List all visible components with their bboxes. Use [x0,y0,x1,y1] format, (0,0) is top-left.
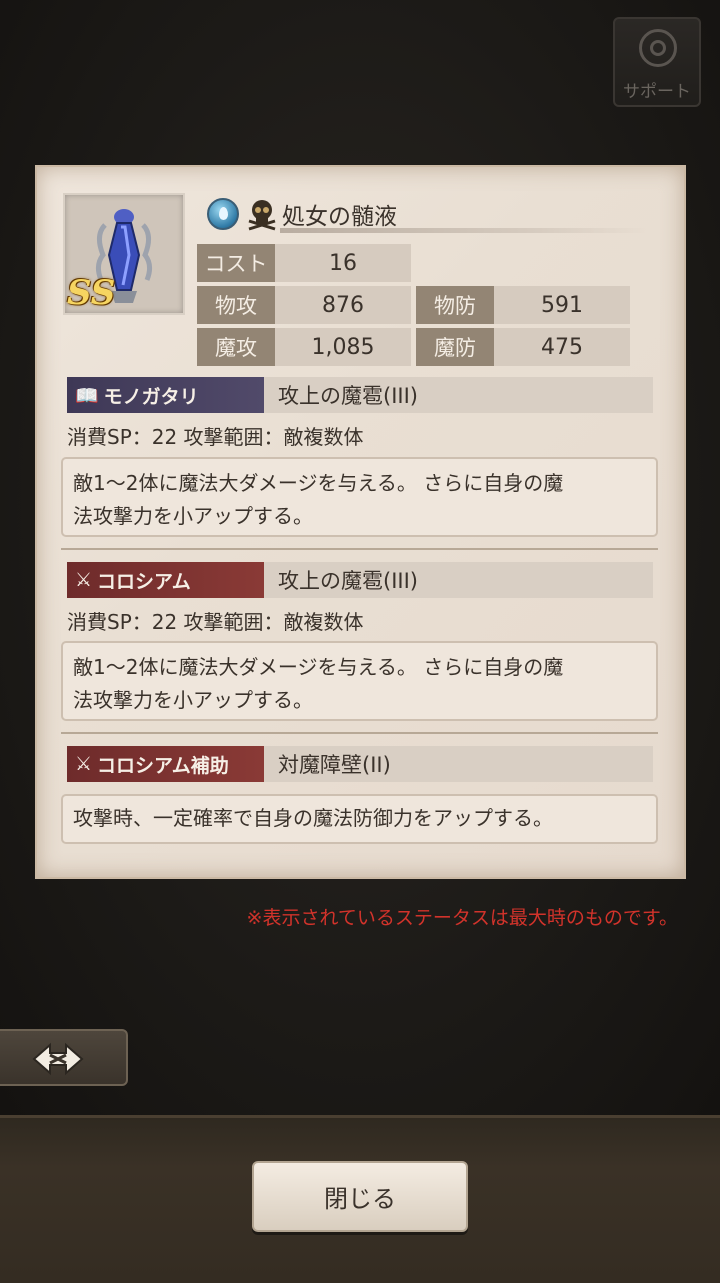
story-desc-line1: 敵1～2体に魔法大ダメージを与える。 さらに自身の魔 [73,471,564,495]
story-tag: 📖 モノガタリ [67,377,264,413]
support-label: サポート [623,82,691,102]
colo-desc-line2: 法攻撃力を小アップする。 [73,688,313,712]
divider [61,548,658,550]
book-icon: 📖 [75,384,99,407]
stat-mdef-label: 魔防 [416,328,494,366]
stat-matk-label: 魔攻 [197,328,275,366]
rank-badge: SS [67,273,116,313]
colo-support-tag-label: コロシアム補助 [97,754,229,777]
colo-skill-name: 攻上の魔雹(III) [264,562,653,598]
item-name: 処女の髄液 [282,204,397,230]
item-thumbnail: SS [63,193,185,315]
colo-tag-label: コロシアム [97,570,191,593]
colo-desc-line1: 敵1～2体に魔法大ダメージを与える。 さらに自身の魔 [73,655,564,679]
colo-support-desc: 攻撃時、一定確率で自身の魔法防御力をアップする。 [73,806,553,830]
stat-physical-attack: 物攻 876 [197,286,411,324]
stat-magic-attack: 魔攻 1,085 [197,328,411,366]
stat-physical-defense: 物防 591 [416,286,630,324]
story-desc-line2: 法攻撃力を小アップする。 [73,504,313,528]
colo-support-name: 対魔障壁(II) [264,746,653,782]
stat-cost: コスト 16 [197,244,411,282]
colo-support-header: ⚔ コロシアム補助 対魔障壁(II) [67,746,653,782]
colo-skill-description: 敵1～2体に魔法大ダメージを与える。 さらに自身の魔 法攻撃力を小アップする。 [61,641,658,721]
stat-pdef-value: 591 [494,286,630,324]
headset-icon [639,29,677,67]
stat-patk-label: 物攻 [197,286,275,324]
skull-icon [248,200,276,231]
stat-magic-defense: 魔防 475 [416,328,630,366]
story-skill-sp: 消費SP：22 攻撃範囲：敵複数体 [67,425,364,449]
stat-cost-value: 16 [275,244,411,282]
swap-arrows-icon [32,1042,84,1076]
stat-mdef-value: 475 [494,328,630,366]
story-skill-name: 攻上の魔雹(III) [264,377,653,413]
stat-cost-label: コスト [197,244,275,282]
crossed-swords-support-icon: ⚔ [75,753,93,775]
close-button[interactable]: 閉じる [252,1161,468,1232]
story-tag-label: モノガタリ [103,385,199,408]
crossed-swords-icon: ⚔ [75,569,93,591]
colo-tag: ⚔ コロシアム [67,562,264,598]
stat-patk-value: 876 [275,286,411,324]
colo-support-description: 攻撃時、一定確率で自身の魔法防御力をアップする。 [61,794,658,844]
colo-support-tag: ⚔ コロシアム補助 [67,746,264,782]
divider [61,732,658,734]
stat-matk-value: 1,085 [275,328,411,366]
back-button[interactable] [0,1029,128,1086]
support-button[interactable]: サポート [613,17,701,107]
story-skill-header: 📖 モノガタリ 攻上の魔雹(III) [67,377,653,413]
story-skill-description: 敵1～2体に魔法大ダメージを与える。 さらに自身の魔 法攻撃力を小アップする。 [61,457,658,537]
colo-skill-header: ⚔ コロシアム 攻上の魔雹(III) [67,562,653,598]
name-underline [280,228,650,233]
stat-pdef-label: 物防 [416,286,494,324]
max-stats-note: ※表示されているステータスは最大時のものです。 [246,907,678,929]
water-drop-icon [207,198,239,230]
colo-skill-sp: 消費SP：22 攻撃範囲：敵複数体 [67,610,364,634]
